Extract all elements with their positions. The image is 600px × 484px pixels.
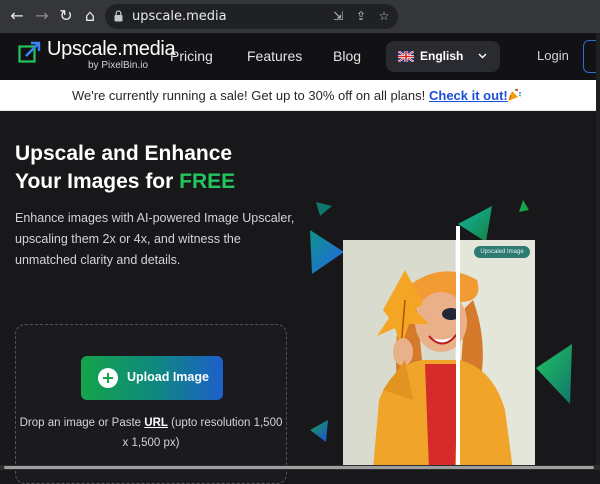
browser-toolbar: ← → ↻ ⌂ upscale.media ⇲ ⇪ ☆ — [0, 0, 600, 33]
address-bar[interactable]: upscale.media ⇲ ⇪ ☆ — [105, 4, 398, 29]
reload-icon[interactable]: ↻ — [56, 6, 76, 26]
upscaled-image-badge: Upscaled Image — [474, 246, 530, 258]
preview-image — [343, 240, 535, 470]
decorative-triangle — [310, 230, 344, 274]
nav-blog[interactable]: Blog — [333, 48, 361, 64]
party-popper-icon — [508, 88, 522, 101]
decorative-triangle — [519, 200, 529, 212]
chevron-down-icon — [478, 53, 487, 59]
promo-message: We're currently running a sale! Get up t… — [72, 88, 426, 103]
hero-title-line2-text: Your Images for — [15, 170, 180, 193]
drop-instructions: Drop an image or Paste URL (upto resolut… — [16, 413, 286, 453]
promo-cta-link[interactable]: Check it out! — [429, 88, 508, 103]
logo-subtitle: by PixelBin.io — [88, 60, 149, 71]
hero-description: Enhance images with AI-powered Image Ups… — [15, 211, 295, 267]
decorative-triangle — [458, 206, 492, 242]
forward-icon[interactable]: → — [32, 6, 52, 26]
horizontal-scrollbar[interactable] — [0, 465, 600, 470]
logo-name[interactable]: Upscale.media — [47, 38, 176, 61]
bookmark-star-icon[interactable]: ☆ — [376, 8, 392, 24]
install-icon[interactable]: ⇲ — [330, 8, 346, 24]
vertical-scrollbar[interactable] — [596, 33, 600, 465]
comparison-slider-handle[interactable] — [456, 226, 460, 470]
nav-pricing[interactable]: Pricing — [170, 48, 213, 64]
language-selector[interactable]: English — [386, 41, 500, 72]
uk-flag-icon — [398, 51, 414, 62]
hero-title-line1: Upscale and Enhance — [15, 142, 233, 165]
share-icon[interactable]: ⇪ — [353, 8, 369, 24]
site-header: Upscale.media by PixelBin.io Pricing Fea… — [0, 33, 600, 80]
scrollbar-thumb[interactable] — [4, 466, 594, 469]
hero-title-highlight: FREE — [179, 170, 236, 193]
back-icon[interactable]: ← — [7, 6, 27, 26]
upload-image-button[interactable]: Upload Image — [81, 356, 223, 400]
paste-url-link[interactable]: URL — [144, 417, 168, 429]
lock-icon[interactable] — [114, 10, 123, 22]
plus-icon — [98, 368, 118, 388]
upload-dropzone[interactable]: Upload Image Drop an image or Paste URL … — [15, 324, 287, 484]
drop-text-prefix: Drop an image or Paste — [19, 417, 145, 429]
login-link[interactable]: Login — [537, 48, 569, 63]
upload-image-label: Upload Image — [127, 370, 209, 384]
hero-title: Upscale and Enhance Your Images for FREE — [15, 140, 235, 196]
language-label: English — [420, 49, 464, 63]
home-icon[interactable]: ⌂ — [80, 6, 100, 26]
nav-features[interactable]: Features — [247, 48, 302, 64]
decorative-triangle — [536, 344, 572, 404]
decorative-triangle — [310, 420, 328, 442]
promo-banner: We're currently running a sale! Get up t… — [0, 80, 600, 111]
logo-icon[interactable] — [18, 40, 42, 64]
url-text[interactable]: upscale.media — [132, 9, 227, 24]
decorative-triangle — [316, 202, 332, 216]
hero-title-line2: Your Images for FREE — [15, 168, 235, 196]
